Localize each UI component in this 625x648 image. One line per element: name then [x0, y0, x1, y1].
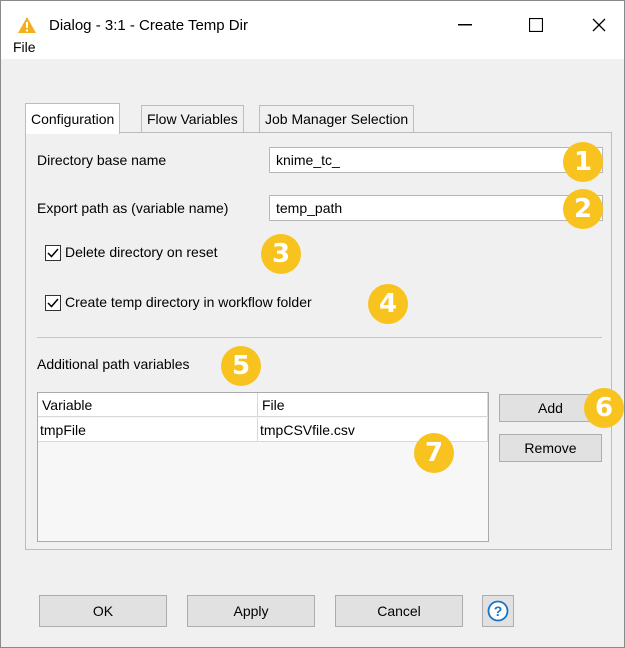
- table-cell-file[interactable]: tmpCSVfile.csv: [258, 418, 488, 442]
- annotation-badge-4: 4: [368, 284, 408, 324]
- remove-button[interactable]: Remove: [499, 434, 602, 462]
- annotation-badge-6: 6: [584, 388, 624, 428]
- close-button[interactable]: [579, 9, 619, 41]
- window-title: Dialog - 3:1 - Create Temp Dir: [49, 17, 248, 34]
- separator: [37, 337, 602, 338]
- minimize-button[interactable]: [445, 9, 485, 41]
- maximize-icon: [529, 18, 543, 32]
- help-button[interactable]: ?: [482, 595, 514, 627]
- checkmark-icon: [47, 298, 59, 308]
- column-header-file[interactable]: File: [258, 393, 488, 417]
- menu-file[interactable]: File: [13, 39, 36, 55]
- export-path-label: Export path as (variable name): [37, 200, 229, 216]
- tab-job-manager-selection[interactable]: Job Manager Selection: [259, 105, 415, 134]
- apply-button[interactable]: Apply: [187, 595, 315, 627]
- annotation-badge-2: 2: [563, 189, 603, 229]
- annotation-badge-5: 5: [221, 346, 261, 386]
- checkmark-icon: [47, 248, 59, 258]
- additional-path-variables-label: Additional path variables: [37, 356, 190, 372]
- delete-on-reset-checkbox[interactable]: [45, 245, 61, 261]
- annotation-badge-7: 7: [414, 433, 454, 473]
- cancel-button[interactable]: Cancel: [335, 595, 463, 627]
- directory-base-name-label: Directory base name: [37, 152, 167, 168]
- directory-base-name-field[interactable]: [269, 147, 603, 173]
- create-in-workflow-label: Create temp directory in workflow folder: [65, 294, 312, 310]
- dialog-window: Dialog - 3:1 - Create Temp Dir File Conf…: [0, 0, 625, 648]
- help-icon: ?: [487, 600, 509, 622]
- title-bar: Dialog - 3:1 - Create Temp Dir: [1, 1, 624, 59]
- export-path-field[interactable]: [269, 195, 603, 221]
- minimize-icon: [458, 24, 472, 26]
- column-header-variable[interactable]: Variable: [38, 393, 258, 417]
- delete-on-reset-label: Delete directory on reset: [65, 244, 218, 260]
- table-cell-variable[interactable]: tmpFile: [38, 418, 258, 442]
- tab-configuration[interactable]: Configuration: [25, 103, 121, 134]
- annotation-badge-3: 3: [261, 234, 301, 274]
- create-in-workflow-checkbox[interactable]: [45, 295, 61, 311]
- ok-button[interactable]: OK: [39, 595, 167, 627]
- warning-triangle-icon: [17, 16, 37, 34]
- tab-flow-variables[interactable]: Flow Variables: [141, 105, 244, 134]
- maximize-button[interactable]: [516, 9, 556, 41]
- svg-text:?: ?: [494, 603, 503, 619]
- annotation-badge-1: 1: [563, 142, 603, 182]
- close-icon: [592, 18, 606, 32]
